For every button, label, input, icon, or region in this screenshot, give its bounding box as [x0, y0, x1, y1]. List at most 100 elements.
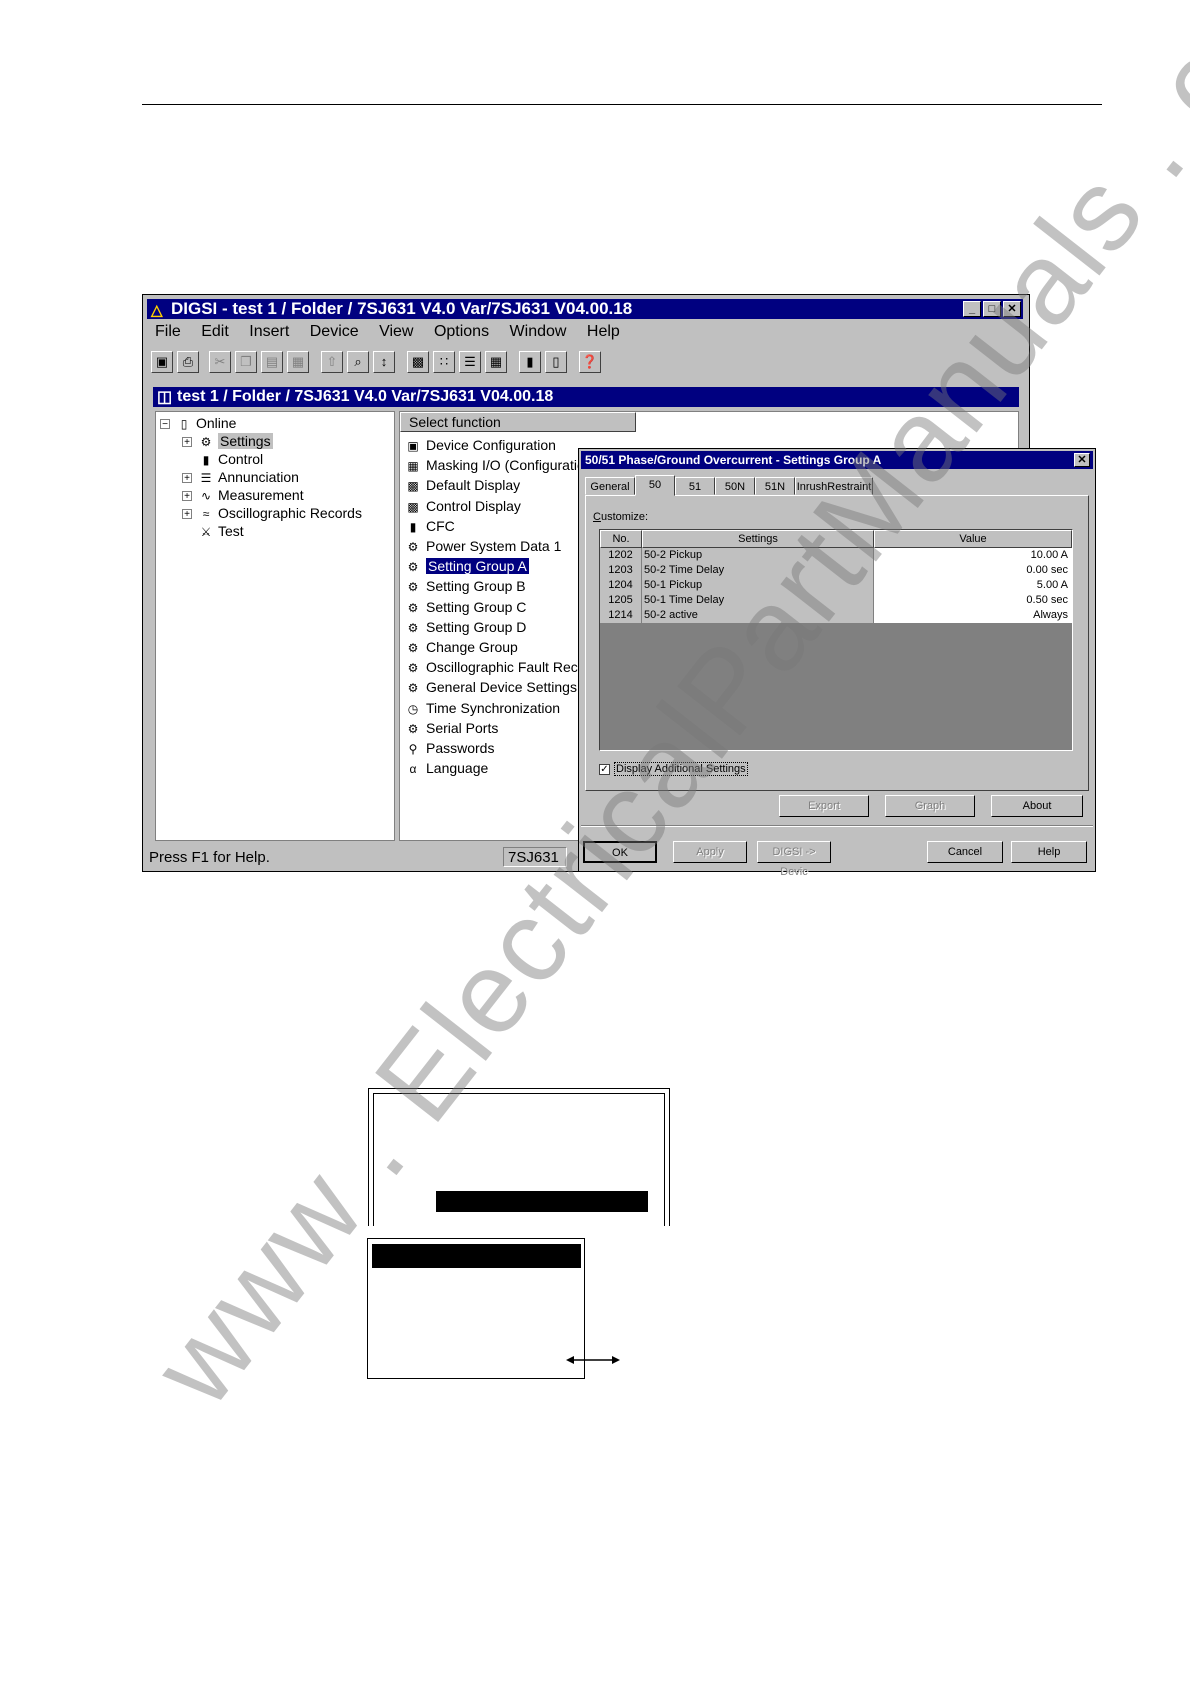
- device-online-icon[interactable]: ▯: [545, 351, 567, 373]
- function-item[interactable]: ⚲ Passwords: [404, 739, 495, 758]
- function-icon: ⚙: [407, 661, 419, 676]
- toolbar: ▣ ⎙ ✂ ❐ ▤ ▦ ⇧ ⌕ ↕ ▩ ∷ ☰ ▦ ▮ ▯ ❓: [151, 349, 791, 379]
- function-icon: ⚙: [407, 580, 419, 595]
- tab-51[interactable]: 51: [675, 477, 715, 495]
- function-icon: ⚙: [407, 681, 419, 696]
- align-icon[interactable]: ↕: [373, 351, 395, 373]
- function-item[interactable]: ▣ Device Configuration: [404, 436, 556, 455]
- expand-icon[interactable]: +: [182, 509, 192, 520]
- menu-window[interactable]: Window: [510, 323, 567, 340]
- document-icon: ◫: [157, 389, 173, 406]
- function-icon: ⚙: [407, 721, 419, 736]
- menu-options[interactable]: Options: [434, 323, 489, 340]
- tab-50n[interactable]: 50N: [715, 477, 755, 495]
- tab-general[interactable]: General: [585, 477, 635, 495]
- cell-value[interactable]: Always: [874, 608, 1072, 624]
- digsi-app-icon: △: [151, 302, 163, 319]
- test-icon: ⚔: [200, 525, 212, 539]
- tab-50[interactable]: 50: [635, 475, 675, 496]
- graph-button[interactable]: Graph: [885, 795, 975, 817]
- function-item[interactable]: ⚙ Power System Data 1: [404, 537, 562, 556]
- mdi-title: test 1 / Folder / 7SJ631 V4.0 Var/7SJ631…: [177, 388, 554, 405]
- function-list-header[interactable]: Select function: [400, 412, 636, 432]
- cancel-button[interactable]: Cancel: [927, 841, 1003, 863]
- list-icon[interactable]: ☰: [459, 351, 481, 373]
- function-item-label: Setting Group B: [426, 578, 526, 595]
- menu-device[interactable]: Device: [310, 323, 359, 340]
- small-icons-icon[interactable]: ∷: [433, 351, 455, 373]
- window-title: DIGSI - test 1 / Folder / 7SJ631 V4.0 Va…: [171, 299, 633, 318]
- print-icon[interactable]: ⎙: [177, 351, 199, 373]
- find-icon[interactable]: ⌕: [347, 351, 369, 373]
- cell-no: 1204: [600, 578, 642, 594]
- tree-item-control[interactable]: ▮ Control: [198, 450, 263, 469]
- tree-item-oscillographic-records[interactable]: + ≈ Oscillographic Records: [182, 504, 362, 523]
- customize-label: Customize:: [593, 511, 649, 523]
- function-item[interactable]: ▦ Masking I/O (Configuratic: [404, 456, 584, 475]
- function-item[interactable]: ▩ Default Display: [404, 476, 520, 495]
- function-item[interactable]: α Language: [404, 759, 489, 778]
- collapse-icon[interactable]: −: [160, 419, 170, 430]
- function-icon: ⚙: [407, 540, 419, 554]
- export-button[interactable]: Export: [779, 795, 869, 817]
- dialog-close-icon[interactable]: ✕: [1074, 453, 1090, 467]
- tree-item-test[interactable]: ⚔ Test: [198, 522, 244, 541]
- function-icon: ▦: [407, 459, 419, 474]
- expand-icon[interactable]: +: [182, 491, 192, 502]
- tree-item-annunciation[interactable]: + ☰ Annunciation: [182, 468, 299, 487]
- details-icon[interactable]: ▦: [485, 351, 507, 373]
- tree-item-online[interactable]: − ▯ Online: [160, 414, 236, 433]
- function-item-label: Setting Group C: [426, 598, 527, 615]
- properties-icon[interactable]: ▦: [287, 351, 309, 373]
- save-icon[interactable]: ▣: [151, 351, 173, 373]
- digsi-to-device-button[interactable]: DIGSI -> Devic: [757, 841, 831, 878]
- status-message: Press F1 for Help.: [149, 849, 270, 866]
- function-item[interactable]: ◷ Time Synchronization: [404, 699, 560, 718]
- function-item[interactable]: ⚙ Setting Group D: [404, 618, 527, 637]
- display-highlight-bar-bottom: [372, 1244, 581, 1268]
- function-item[interactable]: ▮ CFC: [404, 517, 455, 536]
- function-item[interactable]: ⚙ Serial Ports: [404, 719, 499, 738]
- paste-icon[interactable]: ▤: [261, 351, 283, 373]
- function-item[interactable]: ⚙ Setting Group C: [404, 598, 527, 617]
- menu-help[interactable]: Help: [587, 323, 620, 340]
- context-help-icon[interactable]: ❓: [579, 351, 601, 373]
- upload-icon[interactable]: ⇧: [321, 351, 343, 373]
- column-header-no[interactable]: No.: [600, 530, 642, 548]
- cell-no: 1203: [600, 563, 642, 579]
- about-button[interactable]: About: [991, 795, 1083, 817]
- tree-item-settings[interactable]: + ⚙ Settings: [182, 432, 273, 451]
- function-item[interactable]: ⚙ Setting Group B: [404, 577, 526, 596]
- function-item[interactable]: ⚙ Change Group: [404, 638, 518, 657]
- menu-view[interactable]: View: [379, 323, 413, 340]
- function-icon: ⚙: [407, 600, 419, 615]
- menu-file[interactable]: File: [155, 323, 181, 340]
- cell-value[interactable]: 0.50 sec: [874, 593, 1072, 609]
- menu-edit[interactable]: Edit: [201, 323, 229, 340]
- function-item[interactable]: ▩ Control Display: [404, 497, 521, 516]
- menu-bar: File Edit Insert Device View Options Win…: [155, 323, 636, 345]
- cell-value[interactable]: 5.00 A: [874, 578, 1072, 594]
- function-item[interactable]: ⚙ Oscillographic Fault Recc: [404, 658, 585, 677]
- main-title-bar: △ DIGSI - test 1 / Folder / 7SJ631 V4.0 …: [147, 299, 1023, 319]
- function-item[interactable]: ⚙ General Device Settings: [404, 678, 577, 697]
- tree-item-measurement[interactable]: + ∿ Measurement: [182, 486, 304, 505]
- large-icons-icon[interactable]: ▩: [407, 351, 429, 373]
- function-item-label: General Device Settings: [426, 679, 577, 696]
- function-icon: ◷: [407, 701, 419, 716]
- function-icon: ▩: [407, 499, 419, 514]
- cut-icon[interactable]: ✂: [209, 351, 231, 373]
- function-item-label: Language: [426, 760, 489, 777]
- copy-icon[interactable]: ❐: [235, 351, 257, 373]
- tab-51n[interactable]: 51N: [755, 477, 795, 495]
- help-button[interactable]: Help: [1011, 841, 1087, 863]
- function-icon: ▮: [409, 519, 417, 534]
- device-icon[interactable]: ▮: [519, 351, 541, 373]
- expand-icon[interactable]: +: [182, 437, 192, 448]
- expand-icon[interactable]: +: [182, 473, 192, 484]
- menu-insert[interactable]: Insert: [249, 323, 289, 340]
- device-tree: − ▯ Online + ⚙ Settings ▮ Control + ☰ Annunciat…: [155, 411, 395, 841]
- function-item-label: Default Display: [426, 477, 521, 494]
- function-item[interactable]: ⚙ Setting Group A: [404, 557, 529, 576]
- function-item-label: Oscillographic Fault Recc: [426, 659, 585, 676]
